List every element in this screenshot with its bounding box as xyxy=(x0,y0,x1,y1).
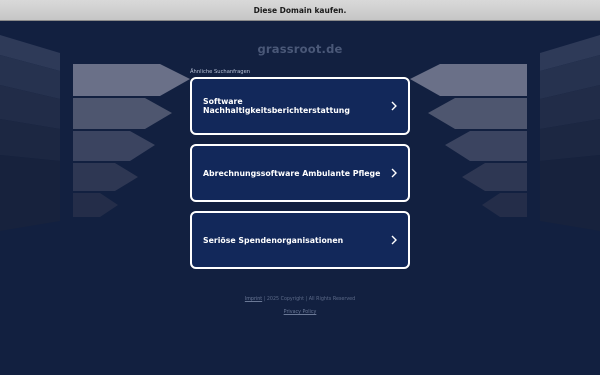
buy-domain-link[interactable]: Diese Domain kaufen. xyxy=(254,6,347,15)
footer-line: Imprint | 2025 Copyright | All Rights Re… xyxy=(0,297,600,302)
related-link-3[interactable]: Seriöse Spendenorganisationen xyxy=(190,211,410,269)
related-link-2[interactable]: Abrechnungssoftware Ambulante Pflege xyxy=(190,144,410,202)
related-link-label: Seriöse Spendenorganisationen xyxy=(203,235,344,245)
related-link-1[interactable]: Software Nachhaltigkeitsberichterstattun… xyxy=(190,77,410,135)
related-link-label: Software Nachhaltigkeitsberichterstattun… xyxy=(203,97,350,115)
chevron-right-icon xyxy=(391,101,398,111)
domain-title: grassroot.de xyxy=(257,42,343,56)
copyright-text: | 2025 Copyright | All Rights Reserved xyxy=(263,297,356,302)
privacy-policy-link[interactable]: Privacy Policy xyxy=(284,310,317,315)
chevron-right-icon xyxy=(391,168,397,178)
buy-domain-bar: Diese Domain kaufen. xyxy=(0,0,600,21)
footer-privacy-line: Privacy Policy xyxy=(0,310,600,315)
imprint-link[interactable]: Imprint xyxy=(245,297,262,302)
related-searches-heading: Ähnliche Suchanfragen xyxy=(190,69,251,75)
related-link-label: Abrechnungssoftware Ambulante Pflege xyxy=(203,168,381,178)
chevron-right-icon xyxy=(391,235,397,245)
